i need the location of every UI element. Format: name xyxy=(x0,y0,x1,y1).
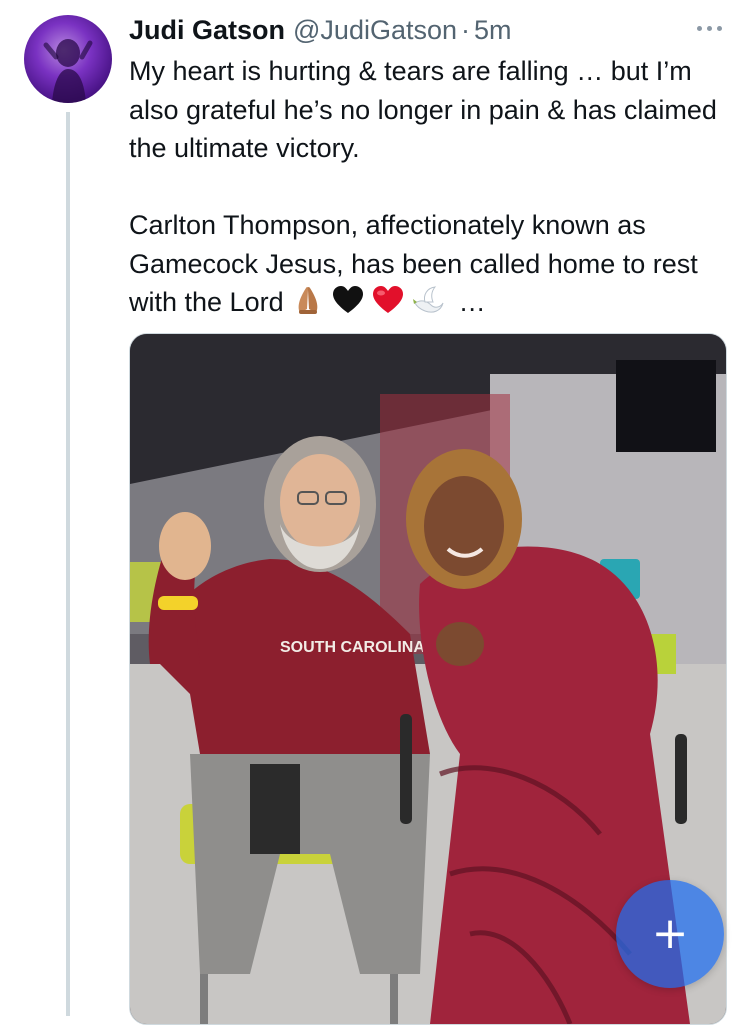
red-heart-icon xyxy=(371,285,405,315)
compose-button[interactable]: + xyxy=(616,880,724,988)
shirt-text: SOUTH CAROLINA xyxy=(280,639,425,656)
plus-icon: + xyxy=(651,908,689,959)
tweet-header: Judi Gatson @JudiGatson · 5m xyxy=(129,14,730,46)
tweet-paragraph-2: Carlton Thompson, affectionately known a… xyxy=(129,206,729,322)
separator-dot: · xyxy=(461,14,471,45)
tweet-ellipsis: … xyxy=(451,287,486,317)
tweet-text: My heart is hurting & tears are falling … xyxy=(129,52,729,322)
avatar-image xyxy=(43,39,93,103)
folded-hands-icon xyxy=(291,285,325,315)
avatar[interactable] xyxy=(24,15,112,103)
thread-line xyxy=(66,112,70,1016)
man-face xyxy=(280,454,360,550)
display-name[interactable]: Judi Gatson xyxy=(129,15,285,46)
woman-hand xyxy=(436,622,484,666)
man-hand xyxy=(159,512,211,580)
tweet-paragraph-1: My heart is hurting & tears are falling … xyxy=(129,56,717,163)
timestamp[interactable]: 5m xyxy=(474,15,512,46)
more-options-icon[interactable] xyxy=(697,16,722,40)
black-heart-icon xyxy=(331,285,365,315)
wall-tv xyxy=(616,360,716,452)
dove-icon xyxy=(411,285,445,315)
woman-face xyxy=(424,476,504,576)
user-handle[interactable]: @JudiGatson xyxy=(293,15,457,46)
